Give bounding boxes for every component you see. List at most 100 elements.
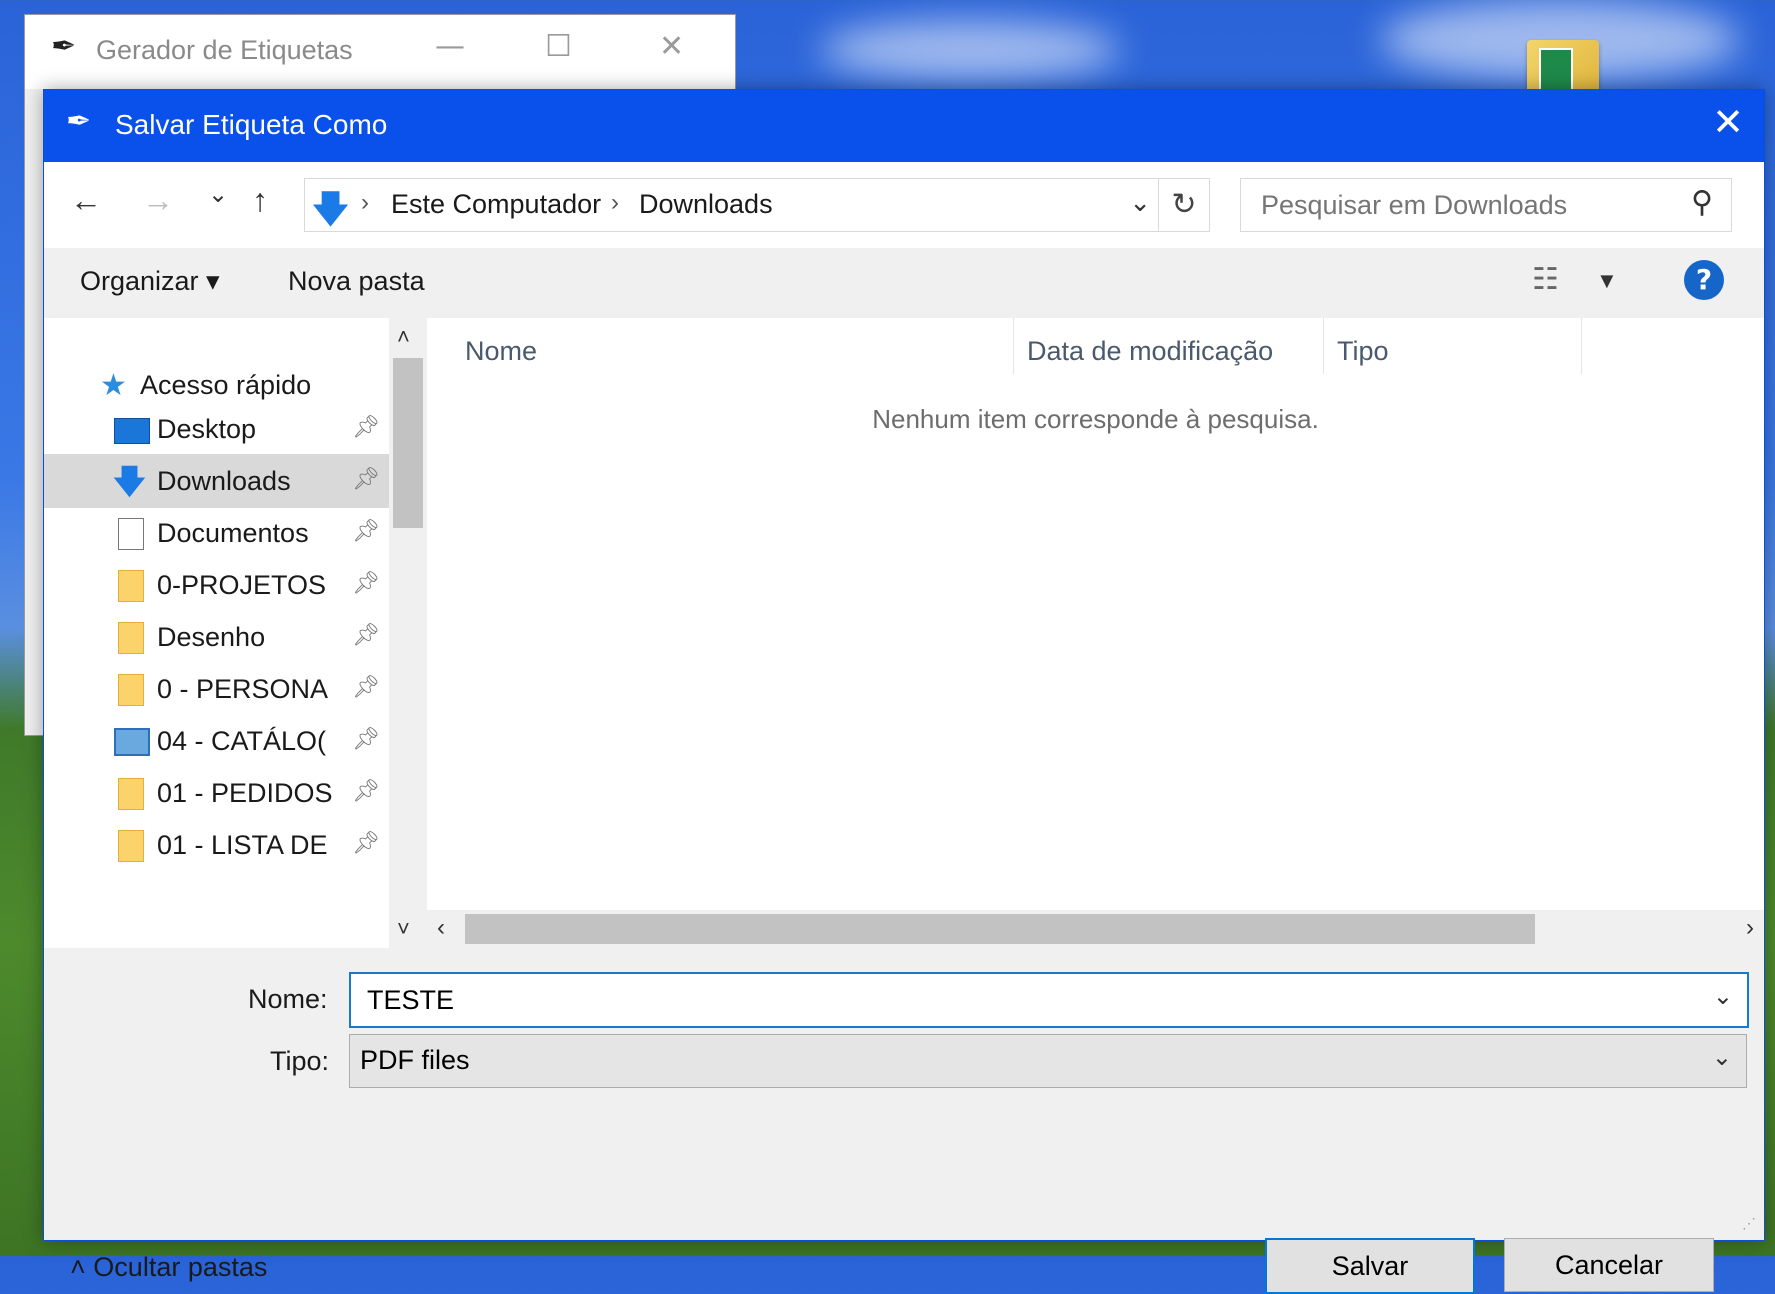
close-icon[interactable]: ✕ <box>1712 100 1744 145</box>
background-window-title: Gerador de Etiquetas <box>96 35 353 65</box>
view-options-icon[interactable]: ☷ <box>1532 262 1559 297</box>
quick-access-label: Acesso rápido <box>140 370 312 400</box>
name-label: Nome: <box>248 984 328 1014</box>
column-header-type[interactable]: Tipo <box>1337 336 1389 367</box>
sidebar-item-catalogo[interactable]: 04 - CATÁLO( 📌︎ <box>44 714 389 768</box>
feather-icon: ✒ <box>66 105 92 138</box>
sidebar-item-lista[interactable]: 01 - LISTA DE 📌︎ <box>44 818 389 872</box>
recent-locations-icon[interactable]: ⌄ <box>208 180 228 209</box>
close-icon[interactable]: ✕ <box>659 29 684 64</box>
help-icon[interactable]: ? <box>1684 260 1724 300</box>
sidebar-item-label: 01 - LISTA DE <box>157 830 328 860</box>
column-divider[interactable] <box>1581 318 1582 374</box>
column-divider[interactable] <box>1013 318 1014 374</box>
sidebar-scrollbar[interactable]: ˄ ˅ <box>389 318 427 948</box>
sidebar-item-documentos[interactable]: Documentos 📌︎ <box>44 506 389 560</box>
image-folder-icon <box>114 728 150 756</box>
sidebar-item-label: Desenho <box>157 622 266 652</box>
navigation-bar: ← → ⌄ ↑ 🡇 › Este Computador › Downloads … <box>44 162 1764 248</box>
desktop-shortcut-icon[interactable] <box>1527 40 1599 96</box>
pin-icon[interactable]: 📌︎ <box>352 778 380 804</box>
scrollbar-thumb[interactable] <box>465 914 1535 944</box>
chevron-right-icon[interactable]: › <box>1746 914 1754 942</box>
refresh-icon[interactable]: ↻ <box>1158 179 1209 231</box>
file-list: Nome Data de modificação Tipo Nenhum ite… <box>427 318 1764 948</box>
background-titlebar: ✒ Gerador de Etiquetas — ☐ ✕ <box>25 15 735 89</box>
sidebar-item-projetos[interactable]: 0-PROJETOS ( 📌︎ <box>44 558 389 612</box>
filetype-value: PDF files <box>360 1045 470 1075</box>
search-icon[interactable]: ⚲ <box>1691 185 1713 220</box>
feather-icon: ✒ <box>51 29 77 64</box>
chevron-down-icon[interactable]: ⌄ <box>1713 982 1733 1011</box>
navigation-sidebar: ★ Acesso rápido Desktop 📌︎ 🡇 Downloads 📌… <box>44 318 389 948</box>
folder-icon <box>118 674 144 706</box>
filename-field[interactable]: ⌄ <box>349 972 1749 1028</box>
dialog-titlebar: ✒ Salvar Etiqueta Como ✕ <box>44 90 1764 162</box>
horizontal-scrollbar[interactable]: ‹ › <box>427 910 1764 948</box>
pin-icon[interactable]: 📌︎ <box>352 830 380 856</box>
star-icon: ★ <box>100 369 127 402</box>
folder-icon <box>118 778 144 810</box>
pin-icon[interactable]: 📌︎ <box>352 414 380 440</box>
sidebar-item-label: Desktop <box>157 414 257 444</box>
maximize-icon[interactable]: ☐ <box>545 29 572 64</box>
organize-menu[interactable]: Organizar ▾ <box>80 266 220 297</box>
back-arrow-icon[interactable]: ← <box>70 182 102 219</box>
up-arrow-icon[interactable]: ↑ <box>252 182 268 219</box>
search-input[interactable] <box>1259 187 1663 223</box>
folder-icon <box>118 570 144 602</box>
resize-grip-icon[interactable]: ⋰ <box>1742 1215 1756 1232</box>
chevron-right-icon: › <box>611 189 619 216</box>
chevron-left-icon[interactable]: ‹ <box>437 914 445 942</box>
pin-icon[interactable]: 📌︎ <box>352 518 380 544</box>
column-divider[interactable] <box>1323 318 1324 374</box>
pin-icon[interactable]: 📌︎ <box>352 674 380 700</box>
search-box[interactable]: ⚲ <box>1240 178 1732 232</box>
folder-icon <box>118 622 144 654</box>
type-label: Tipo: <box>270 1046 330 1076</box>
minimize-icon[interactable]: — <box>435 29 465 64</box>
empty-message: Nenhum item corresponde à pesquisa. <box>872 404 1319 434</box>
new-folder-button[interactable]: Nova pasta <box>288 266 425 297</box>
command-toolbar: Organizar ▾ Nova pasta ☷ ▼ ? <box>44 248 1764 318</box>
column-header-name[interactable]: Nome <box>465 336 537 367</box>
pin-icon[interactable]: 📌︎ <box>352 726 380 752</box>
chevron-up-icon: ˄ <box>70 1252 86 1282</box>
chevron-down-icon[interactable]: ⌄ <box>1129 187 1151 218</box>
pin-icon[interactable]: 📌︎ <box>352 570 380 596</box>
sidebar-item-downloads[interactable]: 🡇 Downloads 📌︎ <box>44 454 389 508</box>
chevron-down-icon[interactable]: ⌄ <box>1712 1043 1732 1072</box>
filename-input[interactable] <box>365 982 1669 1018</box>
filetype-select[interactable]: PDF files ⌄ <box>349 1034 1747 1088</box>
save-dialog: ✒ Salvar Etiqueta Como ✕ ← → ⌄ ↑ 🡇 › Est… <box>43 89 1765 1294</box>
column-header-date[interactable]: Data de modificação <box>1027 336 1273 367</box>
sidebar-item-desenho[interactable]: Desenho 📌︎ <box>44 610 389 664</box>
sidebar-item-label: 01 - PEDIDOS <box>157 778 333 808</box>
pin-icon[interactable]: 📌︎ <box>352 466 380 492</box>
chevron-down-icon[interactable]: ▼ <box>1596 268 1618 294</box>
breadcrumb-item[interactable]: Este Computador <box>391 189 601 220</box>
sidebar-item-label: 0 - PERSONA <box>157 674 329 704</box>
cancel-button[interactable]: Cancelar <box>1504 1238 1714 1292</box>
document-icon <box>118 518 144 550</box>
sidebar-item-personal[interactable]: 0 - PERSONA 📌︎ <box>44 662 389 716</box>
sidebar-item-label: Documentos <box>157 518 309 548</box>
breadcrumb-item[interactable]: Downloads <box>639 189 773 220</box>
chevron-down-icon[interactable]: ˅ <box>397 916 410 942</box>
forward-arrow-icon[interactable]: → <box>142 182 174 219</box>
chevron-up-icon[interactable]: ˄ <box>397 324 410 350</box>
sidebar-item-desktop[interactable]: Desktop 📌︎ <box>44 402 389 456</box>
dialog-title: Salvar Etiqueta Como <box>115 109 388 140</box>
scrollbar-thumb[interactable] <box>393 358 423 528</box>
sidebar-item-pedidos[interactable]: 01 - PEDIDOS 📌︎ <box>44 766 389 820</box>
desktop-icon <box>114 418 150 444</box>
sidebar-item-label: 0-PROJETOS ( <box>157 570 335 600</box>
hide-folders-button[interactable]: ˄ Ocultar pastas <box>70 1252 267 1283</box>
background-cloud <box>820 20 1120 80</box>
save-button[interactable]: Salvar <box>1265 1238 1475 1294</box>
address-bar[interactable]: 🡇 › Este Computador › Downloads ⌄ ↻ <box>304 178 1210 232</box>
main-pane: ★ Acesso rápido Desktop 📌︎ 🡇 Downloads 📌… <box>44 318 1764 948</box>
sidebar-item-label: Downloads <box>157 466 291 496</box>
download-icon: 🡇 <box>311 189 351 231</box>
pin-icon[interactable]: 📌︎ <box>352 622 380 648</box>
